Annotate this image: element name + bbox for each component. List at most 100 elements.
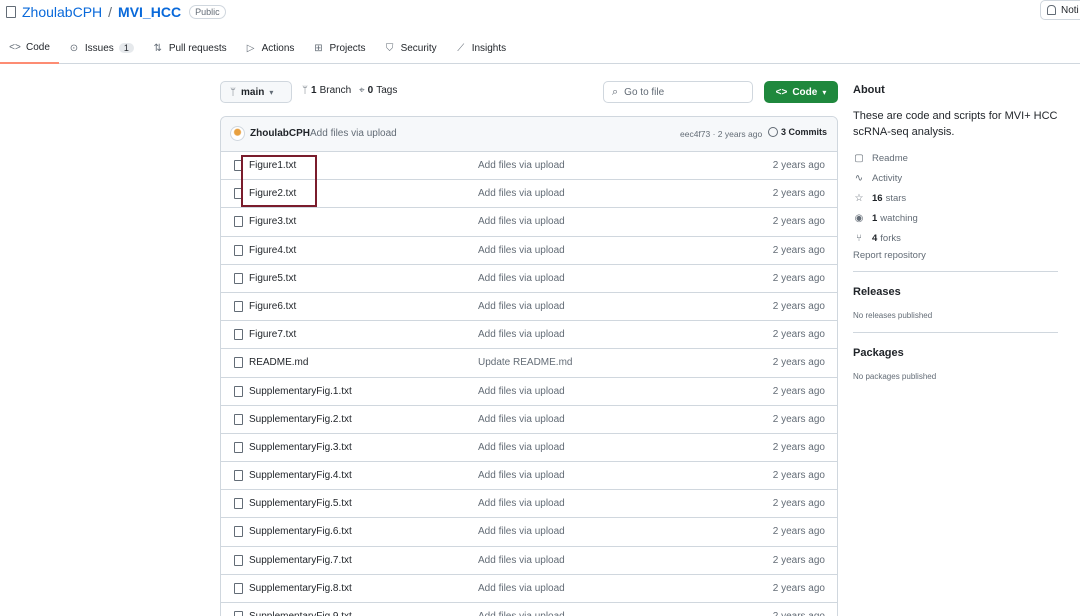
table-row[interactable]: SupplementaryFig.6.txt Add files via uplo…	[221, 518, 837, 547]
repo-separator: /	[108, 4, 113, 20]
notifications-button[interactable]: Noti	[1040, 0, 1080, 20]
commit-message[interactable]: Add files via upload	[310, 128, 397, 139]
activity-link[interactable]: ∿ Activity	[853, 168, 1058, 188]
file-name-link[interactable]: SupplementaryFig.8.txt	[249, 583, 352, 594]
tab-code[interactable]: <> Code	[0, 38, 59, 64]
file-commit-message[interactable]: Add files via upload	[478, 273, 565, 284]
forks-count: 4	[872, 232, 878, 244]
file-commit-date: 2 years ago	[772, 385, 825, 397]
file-commit-message[interactable]: Update README.md	[478, 357, 572, 368]
tab-label: Security	[400, 42, 437, 54]
table-row[interactable]: Figure7.txt Add files via upload 2 years a…	[221, 321, 837, 350]
file-icon	[234, 329, 243, 341]
file-commit-message[interactable]: Add files via upload	[478, 526, 565, 537]
file-commit-message[interactable]: Add files via upload	[478, 329, 565, 340]
file-commit-date: 2 years ago	[772, 470, 825, 482]
file-commit-message[interactable]: Add files via upload	[478, 216, 565, 227]
packages-title[interactable]: Packages	[853, 347, 1058, 359]
repo-icon	[6, 6, 16, 18]
file-commit-message[interactable]: Add files via upload	[478, 498, 565, 509]
table-row[interactable]: README.md Update README.md 2 years ago	[221, 349, 837, 378]
tab-pull-requests[interactable]: ⇅ Pull requests	[143, 38, 236, 58]
avatar[interactable]	[230, 126, 245, 141]
watchers-link[interactable]: ◉ 1 watching	[853, 208, 1058, 228]
go-to-file-input[interactable]: ⌕ Go to file	[603, 81, 753, 103]
file-commit-date: 2 years ago	[772, 188, 825, 200]
file-commit-message[interactable]: Add files via upload	[478, 583, 565, 594]
file-name-link[interactable]: SupplementaryFig.4.txt	[249, 470, 352, 481]
table-row[interactable]: Figure5.txt Add files via upload 2 years a…	[221, 265, 837, 293]
report-repository-link[interactable]: Report repository	[853, 250, 1058, 261]
table-row[interactable]: Figure6.txt Add files via upload 2 years a…	[221, 293, 837, 322]
tab-projects[interactable]: ⊞ Projects	[303, 38, 374, 58]
tab-insights[interactable]: ⟋ Insights	[446, 38, 515, 58]
file-commit-message[interactable]: Add files via upload	[478, 188, 565, 199]
file-name-link[interactable]: SupplementaryFig.2.txt	[249, 414, 352, 425]
tab-security[interactable]: ⛉ Security	[375, 38, 446, 58]
file-commit-date: 2 years ago	[773, 611, 825, 616]
file-name-link[interactable]: Figure7.txt	[249, 329, 296, 340]
repo-owner-link[interactable]: ZhoulabCPH	[22, 4, 102, 20]
table-row[interactable]: SupplementaryFig.5.txt Add files via uplo…	[221, 490, 837, 519]
file-icon	[234, 498, 243, 510]
forks-link[interactable]: ⑂ 4 forks	[853, 228, 1058, 248]
file-commit-message[interactable]: Add files via upload	[478, 245, 565, 256]
file-commit-message[interactable]: Add files via upload	[478, 414, 565, 425]
tab-actions[interactable]: ▷ Actions	[236, 38, 304, 58]
file-icon	[234, 526, 243, 538]
file-commit-message[interactable]: Add files via upload	[478, 160, 565, 171]
file-name-link[interactable]: SupplementaryFig.9.txt	[249, 611, 352, 616]
tab-issues[interactable]: ⊙ Issues 1	[59, 38, 143, 58]
file-commit-date: 2 years ago	[772, 498, 825, 510]
stars-link[interactable]: ☆ 16 stars	[853, 188, 1058, 208]
file-icon	[234, 611, 243, 616]
file-name-link[interactable]: Figure3.txt	[249, 216, 296, 227]
branch-selector[interactable]: ᛘ main ▾	[220, 81, 292, 103]
tab-label: Insights	[471, 42, 507, 54]
file-name-link[interactable]: SupplementaryFig.7.txt	[249, 555, 352, 566]
file-name-link[interactable]: SupplementaryFig.1.txt	[249, 386, 352, 397]
commit-author[interactable]: ZhoulabCPH	[250, 128, 310, 139]
chevron-down-icon: ▾	[269, 87, 274, 97]
table-row[interactable]: SupplementaryFig.9.txt Add files via uplo…	[221, 603, 837, 616]
table-row[interactable]: Figure4.txt Add files via upload 2 years a…	[221, 237, 837, 265]
file-name-link[interactable]: README.md	[249, 357, 308, 368]
eye-icon: ◉	[854, 212, 864, 224]
graph-icon: ⟋	[457, 42, 465, 54]
file-commit-message[interactable]: Add files via upload	[478, 301, 565, 312]
table-row[interactable]: Figure3.txt Add files via upload 2 years a…	[221, 208, 837, 237]
file-name-link[interactable]: SupplementaryFig.6.txt	[249, 526, 352, 537]
file-name-link[interactable]: Figure6.txt	[249, 301, 296, 312]
table-row[interactable]: SupplementaryFig.7.txt Add files via uplo…	[221, 547, 837, 575]
branches-link[interactable]: ᛘ 1 Branch	[302, 85, 351, 96]
readme-link[interactable]: ▢ Readme	[853, 148, 1058, 168]
code-button[interactable]: <> Code ▾	[764, 81, 838, 103]
play-icon: ▷	[246, 42, 255, 54]
file-commit-message[interactable]: Add files via upload	[478, 611, 565, 616]
file-name-link[interactable]: SupplementaryFig.5.txt	[249, 498, 352, 509]
file-name-link[interactable]: Figure5.txt	[249, 273, 296, 284]
file-commit-message[interactable]: Add files via upload	[478, 386, 565, 397]
commit-hash-age[interactable]: eec4f73 · 2 years ago	[680, 129, 762, 139]
file-commit-date: 2 years ago	[772, 244, 825, 256]
file-commit-message[interactable]: Add files via upload	[478, 442, 565, 453]
releases-title[interactable]: Releases	[853, 286, 1058, 298]
tab-label: Actions	[261, 42, 295, 54]
file-name-link[interactable]: SupplementaryFig.3.txt	[249, 442, 352, 453]
file-commit-message[interactable]: Add files via upload	[478, 470, 565, 481]
file-commit-message[interactable]: Add files via upload	[478, 555, 565, 566]
table-row[interactable]: SupplementaryFig.8.txt Add files via uplo…	[221, 575, 837, 603]
commits-link[interactable]: 3 Commits	[768, 127, 827, 137]
file-commit-date: 2 years ago	[772, 554, 825, 566]
repo-name-link[interactable]: MVI_HCC	[118, 4, 181, 20]
file-name-link[interactable]: Figure4.txt	[249, 245, 296, 256]
star-icon: ☆	[854, 192, 864, 204]
table-row[interactable]: SupplementaryFig.2.txt Add files via uplo…	[221, 406, 837, 434]
table-row[interactable]: SupplementaryFig.4.txt Add files via uplo…	[221, 462, 837, 491]
branch-label: Branch	[319, 85, 352, 96]
table-row[interactable]: SupplementaryFig.3.txt Add files via uplo…	[221, 434, 837, 463]
file-commit-date: 2 years ago	[772, 160, 825, 171]
table-row[interactable]: SupplementaryFig.1.txt Add files via uplo…	[221, 378, 837, 406]
about-meta: ▢ Readme ∿ Activity ☆ 16 stars ◉ 1 watch…	[853, 148, 1058, 262]
tags-link[interactable]: ⌖ 0 Tags	[359, 85, 397, 96]
